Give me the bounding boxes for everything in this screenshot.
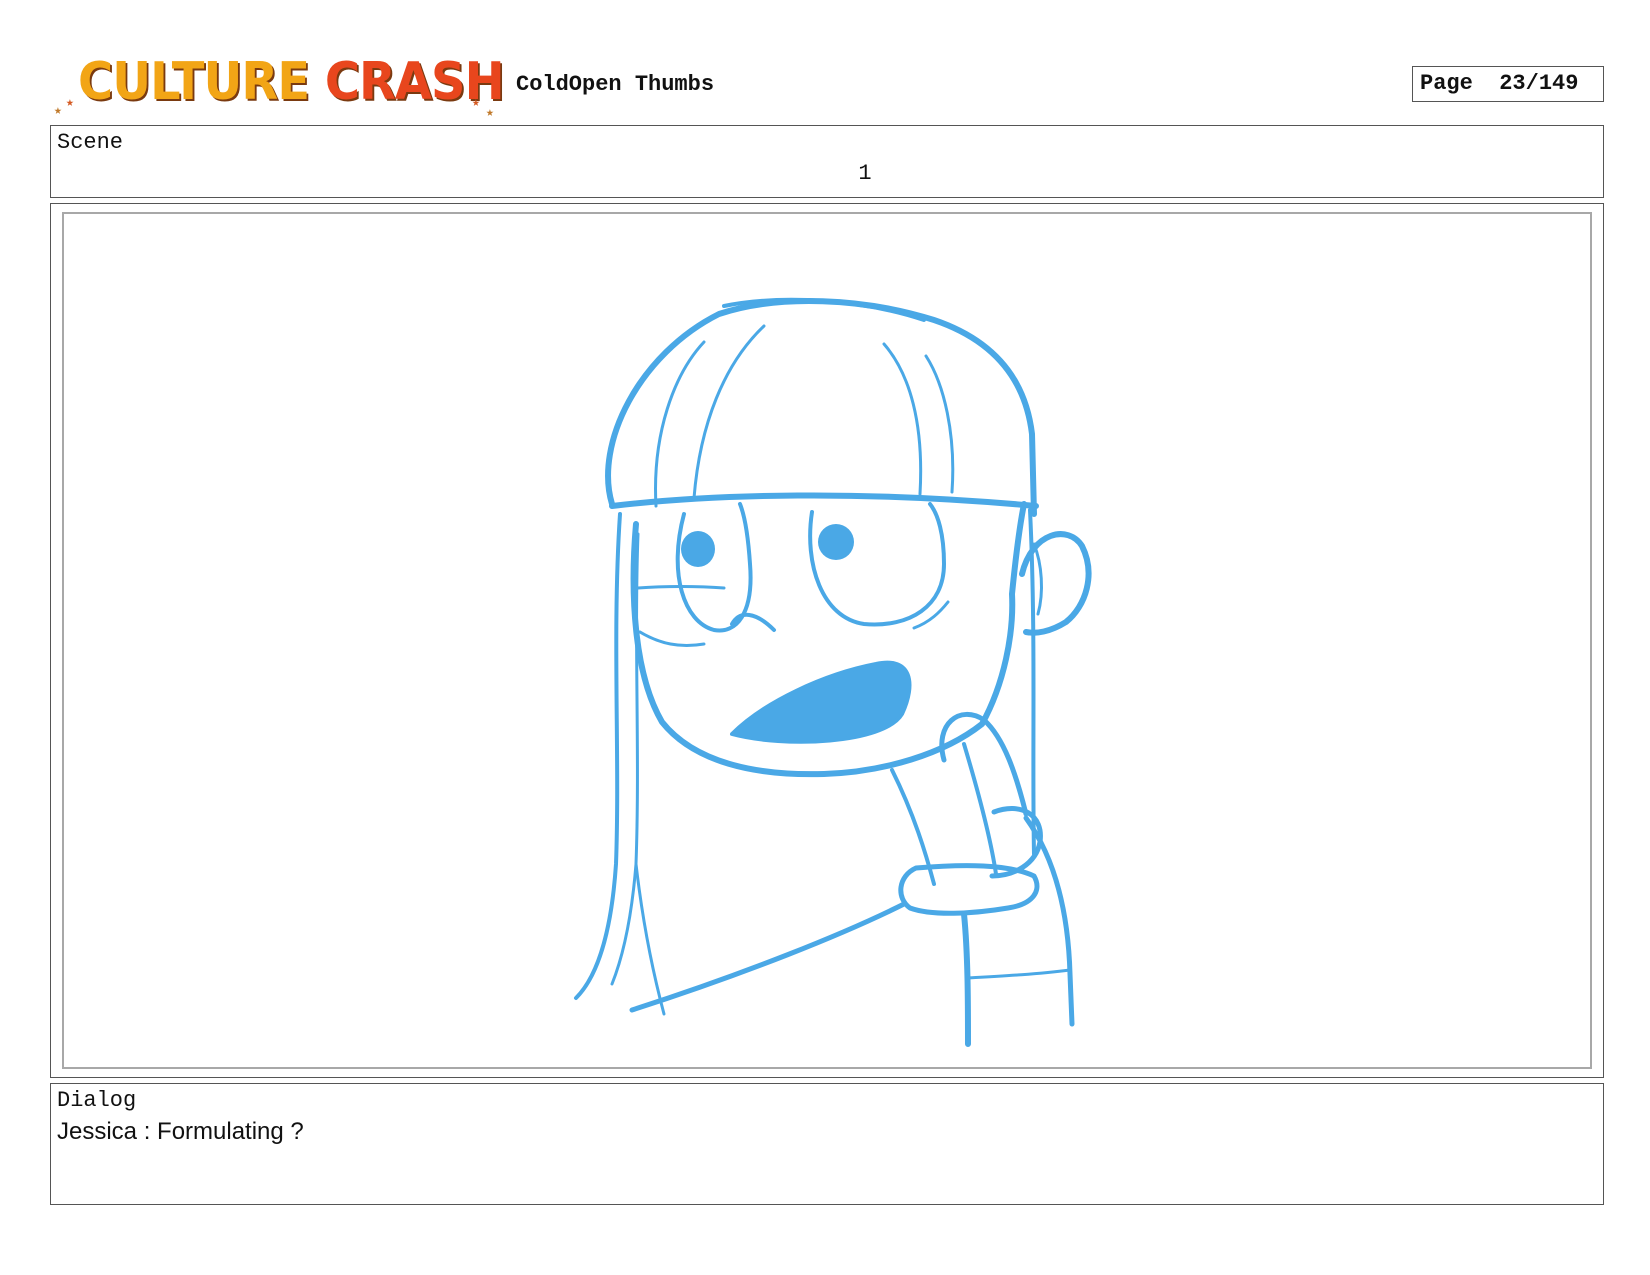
logo-word-culture: CULTURE [78, 52, 310, 112]
scene-label: Scene [57, 130, 124, 155]
page-label: Page [1420, 71, 1473, 96]
storyboard-panel [50, 203, 1604, 1078]
page-number: 23/149 [1499, 71, 1579, 96]
star-icon: ★ [54, 103, 62, 118]
dialog-text: Jessica : Formulating ? [57, 1118, 304, 1145]
dialog-label: Dialog [57, 1088, 137, 1113]
page-indicator: Page 23/149 [1412, 66, 1604, 102]
logo-wordmark: CULTURE CRASH [78, 50, 505, 114]
character-sketch [574, 297, 1092, 1047]
panel-frame [62, 212, 1592, 1069]
culture-crash-logo: ★ ★ CULTURE CRASH ★ ★ [52, 50, 505, 122]
scene-section: Scene 1 [50, 125, 1604, 198]
scene-number: 1 [858, 161, 872, 186]
dialog-section: Dialog Jessica : Formulating ? [50, 1083, 1604, 1205]
document-title: ColdOpen Thumbs [516, 72, 715, 97]
star-icon: ★ [472, 95, 480, 110]
star-icon: ★ [66, 95, 74, 110]
star-icon: ★ [486, 105, 494, 120]
